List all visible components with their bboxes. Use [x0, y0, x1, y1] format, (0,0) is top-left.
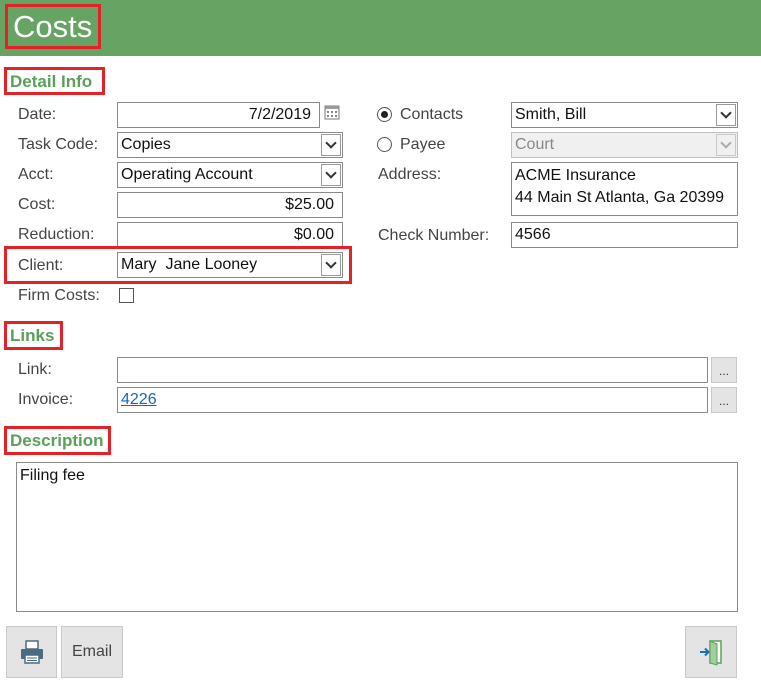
contacts-value: Smith, Bill [515, 106, 587, 123]
payee-chevron-down-icon [716, 134, 736, 156]
cost-label: Cost: [18, 196, 56, 213]
invoice-label: Invoice: [18, 391, 74, 408]
date-label: Date: [18, 106, 57, 123]
section-links: Links [4, 321, 63, 350]
invoice-link[interactable]: 4226 [121, 391, 157, 408]
task-code-value: Copies [121, 136, 171, 153]
window-title: Costs [5, 4, 101, 49]
payee-radio-label[interactable]: Payee [400, 135, 445, 155]
client-dropdown[interactable]: Mary Jane Looney [117, 252, 343, 278]
contacts-chevron-down-icon[interactable] [716, 104, 736, 126]
email-button[interactable]: Email [61, 626, 123, 678]
task-code-chevron-down-icon[interactable] [321, 134, 341, 156]
link-field[interactable] [117, 357, 708, 383]
invoice-field[interactable]: 4226 [117, 387, 708, 413]
title-bar [0, 0, 761, 56]
firm-costs-label: Firm Costs: [18, 287, 100, 304]
address-field[interactable]: ACME Insurance 44 Main St Atlanta, Ga 20… [511, 162, 738, 216]
print-button[interactable] [6, 626, 57, 678]
address-label: Address: [378, 166, 442, 183]
address-line-1: ACME Insurance [515, 167, 636, 184]
invoice-browse-button[interactable]: ... [711, 387, 737, 413]
reduction-label: Reduction: [18, 226, 95, 243]
payee-value: Court [515, 136, 555, 153]
check-number-label: Check Number: [378, 227, 490, 244]
exit-door-icon [700, 640, 722, 666]
acct-label: Acct: [18, 166, 54, 183]
exit-button[interactable] [685, 626, 737, 678]
date-field[interactable]: 7/2/2019 [117, 102, 320, 128]
contacts-radio[interactable] [377, 107, 392, 122]
task-code-dropdown[interactable]: Copies [117, 132, 343, 158]
link-browse-button[interactable]: ... [711, 357, 737, 383]
contacts-dropdown[interactable]: Smith, Bill [511, 102, 738, 128]
section-detail-info: Detail Info [4, 67, 105, 95]
cost-field[interactable]: $25.00 [117, 192, 343, 218]
address-line-2: 44 Main St Atlanta, Ga 20399 [515, 189, 725, 206]
printer-icon [20, 640, 43, 664]
contacts-radio-label[interactable]: Contacts [400, 105, 463, 125]
client-value: Mary Jane Looney [121, 256, 258, 273]
task-code-label: Task Code: [18, 136, 99, 153]
link-label: Link: [18, 361, 52, 378]
acct-chevron-down-icon[interactable] [321, 164, 341, 186]
description-textarea[interactable]: Filing fee [16, 462, 738, 612]
calendar-icon[interactable] [324, 104, 340, 120]
payee-radio[interactable] [377, 137, 392, 152]
acct-dropdown[interactable]: Operating Account [117, 162, 343, 188]
acct-value: Operating Account [121, 166, 253, 183]
payee-dropdown: Court [511, 132, 738, 158]
section-description: Description [4, 426, 111, 455]
reduction-field[interactable]: $0.00 [117, 222, 343, 248]
firm-costs-checkbox[interactable] [119, 288, 134, 303]
email-button-label: Email [71, 643, 112, 660]
check-number-field[interactable]: 4566 [511, 222, 738, 248]
client-chevron-down-icon[interactable] [321, 254, 341, 276]
